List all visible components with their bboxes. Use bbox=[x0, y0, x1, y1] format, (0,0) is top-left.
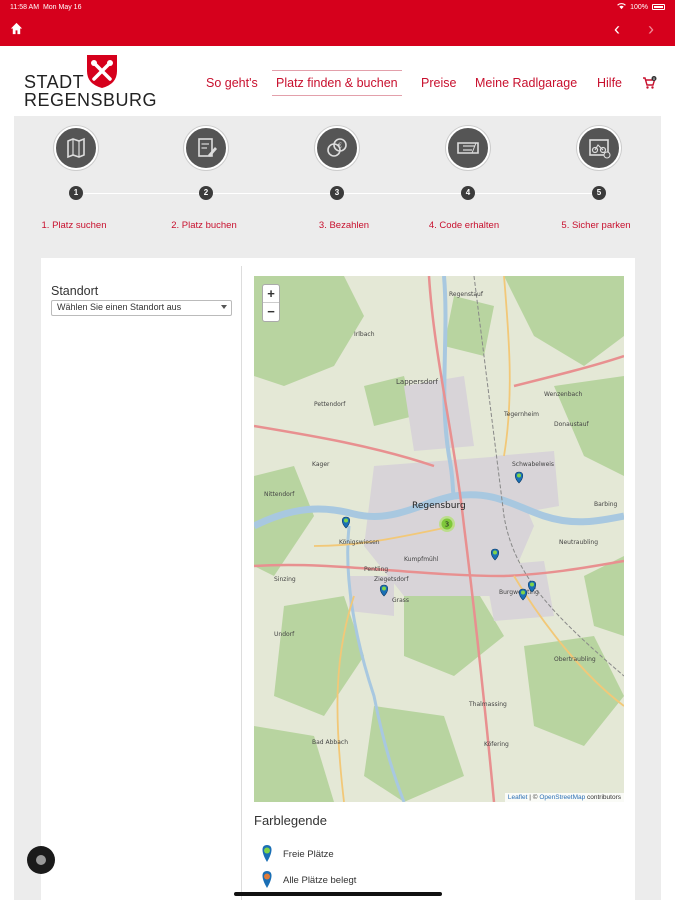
content-area: € 1 2 3 4 5 1. Platz suchen 2. Platz buc… bbox=[14, 116, 661, 900]
coins-icon: € bbox=[315, 126, 359, 170]
map-tiles[interactable]: Regenstauf Lappersdorf Regensburg Neutra… bbox=[254, 276, 624, 802]
status-time: 11:58 AM bbox=[10, 3, 40, 11]
ticket-icon bbox=[446, 126, 490, 170]
place-label: Regenstauf bbox=[449, 291, 484, 298]
place-label: Kager bbox=[312, 461, 330, 468]
edit-document-icon bbox=[184, 126, 228, 170]
home-indicator[interactable] bbox=[234, 892, 442, 896]
assistive-touch-button[interactable] bbox=[27, 846, 55, 874]
cart-icon[interactable]: 0 bbox=[642, 76, 657, 90]
step-number-2: 2 bbox=[199, 186, 213, 200]
cluster-count: 3 bbox=[445, 521, 449, 529]
place-label: Wenzenbach bbox=[544, 391, 583, 398]
battery-percent: 100% bbox=[630, 3, 648, 11]
place-label: Lappersdorf bbox=[396, 378, 439, 386]
place-label: Pentling bbox=[364, 566, 388, 573]
place-label: Tegernheim bbox=[503, 411, 539, 418]
place-label: Obertraubling bbox=[554, 656, 596, 663]
coat-of-arms-icon bbox=[84, 53, 120, 89]
step-label-5: 5. Sicher parken bbox=[561, 220, 631, 231]
marker-free-icon bbox=[262, 845, 272, 862]
place-label: Donaustauf bbox=[554, 421, 590, 428]
step-number-1: 1 bbox=[69, 186, 83, 200]
standort-select[interactable]: Wählen Sie einen Standort aus bbox=[51, 300, 232, 316]
marker-occupied-icon bbox=[262, 871, 272, 888]
legend-label-free: Freie Plätze bbox=[283, 848, 334, 860]
step-label-4: 4. Code erhalten bbox=[428, 220, 500, 231]
osm-link[interactable]: OpenStreetMap bbox=[539, 794, 585, 801]
nav-so-gehts[interactable]: So geht's bbox=[206, 76, 258, 90]
legend-title: Farblegende bbox=[254, 813, 327, 828]
nav-preise[interactable]: Preise bbox=[421, 76, 456, 90]
zoom-in-button[interactable]: + bbox=[263, 285, 279, 303]
place-label: Schwabelweis bbox=[512, 461, 554, 468]
step-label-2: 2. Platz buchen bbox=[171, 220, 237, 231]
search-panel: Standort Wählen Sie einen Standort aus R… bbox=[41, 258, 635, 900]
status-date: Mon May 16 bbox=[42, 3, 82, 11]
standort-label: Standort bbox=[51, 284, 99, 298]
attribution-contributors: contributors bbox=[585, 794, 621, 801]
standort-select-value: Wählen Sie einen Standort aus bbox=[57, 302, 182, 312]
cart-count: 0 bbox=[653, 77, 655, 81]
booking-steps: € 1 2 3 4 5 1. Platz suchen 2. Platz buc… bbox=[14, 116, 661, 256]
place-label: Undorf bbox=[274, 631, 295, 638]
chevron-down-icon bbox=[221, 305, 227, 309]
step-number-4: 4 bbox=[461, 186, 475, 200]
logo-line-2: REGENSBURG bbox=[24, 90, 158, 110]
site-header: STADT REGENSBURG So geht's Platz finden … bbox=[0, 46, 675, 116]
place-label: Ziegetsdorf bbox=[374, 576, 409, 583]
place-label: Köfering bbox=[484, 741, 509, 748]
place-label: Nittendorf bbox=[264, 491, 295, 498]
place-label: Neutraubling bbox=[559, 539, 598, 546]
place-label: Bad Abbach bbox=[312, 739, 348, 746]
place-label: Regensburg bbox=[412, 501, 466, 511]
legend-item-occupied: Alle Plätze belegt bbox=[261, 871, 356, 889]
place-label: Irlbach bbox=[354, 331, 375, 338]
place-label: Grass bbox=[392, 597, 409, 604]
step-number-5: 5 bbox=[592, 186, 606, 200]
step-number-3: 3 bbox=[330, 186, 344, 200]
place-label: Königswiesen bbox=[339, 539, 380, 546]
svg-text:€: € bbox=[338, 142, 342, 150]
step-label-3: 3. Bezahlen bbox=[318, 220, 370, 231]
place-label: Pettendorf bbox=[314, 401, 346, 408]
panel-divider bbox=[241, 266, 242, 900]
zoom-out-button[interactable]: − bbox=[263, 303, 279, 321]
wifi-icon bbox=[617, 2, 626, 12]
leaflet-link[interactable]: Leaflet bbox=[508, 794, 528, 801]
attribution-separator: | © bbox=[527, 794, 540, 801]
status-bar: 11:58 AM Mon May 16 100% bbox=[0, 0, 675, 14]
steps-connector bbox=[84, 193, 604, 194]
place-label: Sinzing bbox=[274, 576, 296, 583]
bike-garage-icon bbox=[577, 126, 621, 170]
nav-meine-radlgarage[interactable]: Meine Radlgarage bbox=[475, 76, 577, 90]
nav-hilfe[interactable]: Hilfe bbox=[597, 76, 622, 90]
chevron-right-icon[interactable]: › bbox=[648, 19, 654, 39]
battery-icon bbox=[652, 4, 665, 10]
legend-item-free: Freie Plätze bbox=[261, 845, 334, 863]
map-search-icon bbox=[54, 126, 98, 170]
nav-platz-finden[interactable]: Platz finden & buchen bbox=[272, 70, 402, 96]
map-zoom-control: + − bbox=[262, 284, 280, 322]
step-label-1: 1. Platz suchen bbox=[41, 220, 107, 231]
legend-label-occupied: Alle Plätze belegt bbox=[283, 874, 357, 886]
place-label: Barbing bbox=[594, 501, 618, 508]
browser-toolbar: ‹ › bbox=[0, 14, 675, 46]
place-label: Thalmassing bbox=[468, 701, 507, 708]
home-icon[interactable] bbox=[10, 22, 26, 38]
location-map[interactable]: Regenstauf Lappersdorf Regensburg Neutra… bbox=[254, 276, 624, 802]
map-attribution: Leaflet | © OpenStreetMap contributors bbox=[504, 793, 624, 802]
chevron-left-icon[interactable]: ‹ bbox=[614, 19, 620, 39]
map-cluster-marker[interactable]: 3 bbox=[439, 516, 455, 532]
place-label: Kumpfmühl bbox=[404, 556, 439, 563]
